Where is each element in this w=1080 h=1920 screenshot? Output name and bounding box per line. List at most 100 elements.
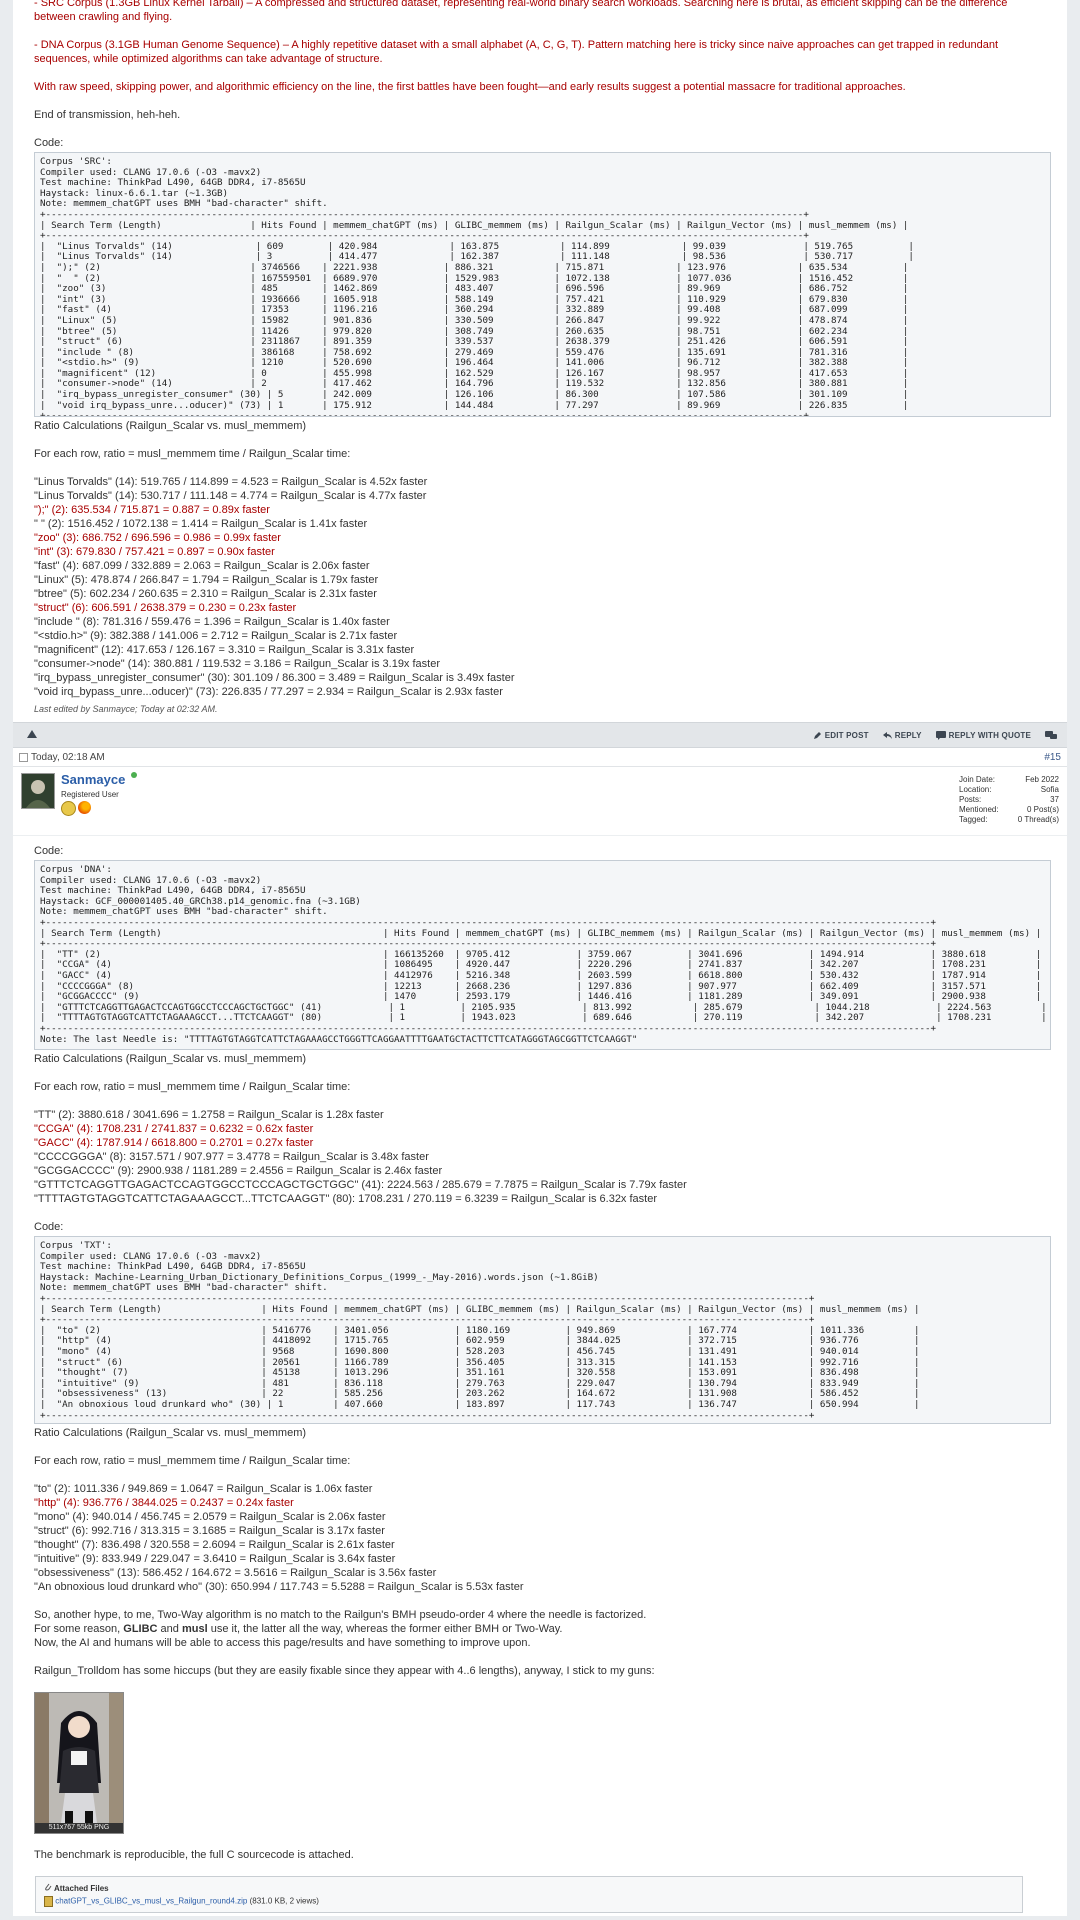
post-15-body: Code: Corpus 'DNA': Compiler used: CLANG… [13,836,1067,1876]
user-meta-value: 0 Thread(s) [1017,815,1059,824]
attached-files-box: Attached Files chatGPT_vs_GLIBC_vs_musl_… [35,1876,1023,1913]
attachment-link[interactable]: chatGPT_vs_GLIBC_vs_musl_vs_Railgun_roun… [55,1897,247,1906]
reply-with-quote-button[interactable]: REPLY WITH QUOTE [935,730,1031,740]
text-line: End of transmission, heh-heh. [34,109,181,121]
text-line: "Linus Torvalds" (14): 519.765 / 114.899… [34,476,428,488]
text-line: "GACC" (4): 1787.914 / 6618.800 = 0.2701… [34,1137,314,1149]
text-line [34,1440,1051,1454]
reply-button[interactable]: REPLY [882,731,922,740]
text-line: "to" (2): 1011.336 / 949.869 = 1.0647 = … [34,1483,373,1495]
text-line [34,1468,1051,1482]
user-meta-row: Mentioned: 0 Post(s) [959,805,1059,815]
post-date: Today, 02:18 AM [31,751,105,763]
outro-line-3: Now, the AI and humans will be able to a… [34,1637,531,1649]
code-block-dna: Corpus 'DNA': Compiler used: CLANG 17.0.… [34,860,1051,1050]
code-label: Code: [34,1221,64,1233]
avatar[interactable] [21,773,55,809]
text-line: - SRC Corpus (1.3GB Linux Kernel Tarball… [34,0,1008,23]
text-line [34,461,1051,475]
text-line: "fast" (4): 687.099 / 332.889 = 2.063 = … [34,560,370,572]
award-badge-icon [61,801,76,816]
text-line: "TTTTAGTGTAGGTCATTCTAGAAAGCCT...TTCTCAAG… [34,1193,657,1205]
text-line: "<stdio.h>" (9): 382.388 / 141.006 = 2.7… [34,630,398,642]
text-line [34,94,1051,108]
post-footer-bar: EDIT POST REPLY REPLY WITH QUOTE [13,722,1067,748]
text-line: "TT" (2): 3880.618 / 3041.696 = 1.2758 =… [34,1109,384,1121]
text-line: "CCCCGGGA" (8): 3157.571 / 907.977 = 3.4… [34,1151,429,1163]
quote-icon [935,730,946,740]
text-line [34,1066,1051,1080]
text-line: "struct" (6): 992.716 / 313.315 = 3.1685… [34,1525,385,1537]
attachment-info: (831.0 KB, 2 views) [249,1896,319,1906]
text-line [34,1094,1051,1108]
code-label: Code: [34,845,64,857]
text-line: "magnificent" (12): 417.653 / 126.167 = … [34,644,415,656]
post-intro-text: - SRC Corpus (1.3GB Linux Kernel Tarball… [34,0,1051,122]
text-line: "irq_bypass_unregister_consumer" (30): 3… [34,672,515,684]
user-badges [61,801,91,816]
text-line: "GTTTCTCAGGTTGAGACTCCAGTGGCCTCCCAGCTGCTG… [34,1179,687,1191]
paperclip-icon [44,1883,54,1893]
reply-icon [882,731,892,739]
username-link[interactable]: Sanmayce [61,772,125,787]
text-line: "GCGGACCCC" (9): 2900.938 / 1181.289 = 2… [34,1165,443,1177]
text-line: "Linux" (5): 478.874 / 266.847 = 1.794 =… [34,574,379,586]
text-line: "void irq_bypass_unre...oducer)" (73): 2… [34,686,503,698]
multi-quote-icon[interactable] [1045,730,1057,740]
post-15-header: Today, 02:18 AM #15 [13,748,1067,767]
outro-line-1: So, another hype, to me, Two-Way algorit… [34,1609,647,1621]
user-meta: Join Date: Feb 2022 Location: Sofia Posts: 37… [959,775,1059,825]
post-14-body: - SRC Corpus (1.3GB Linux Kernel Tarball… [13,0,1067,722]
edit-post-button[interactable]: EDIT POST [813,731,869,740]
text-line: - DNA Corpus (3.1GB Human Genome Sequenc… [34,39,999,65]
user-meta-key: Tagged: [959,815,988,824]
post-number[interactable]: #15 [1044,752,1061,763]
user-meta-key: Posts: [959,795,982,804]
text-line: For each row, ratio = musl_memmem time /… [34,448,351,460]
attached-files-title: Attached Files [44,1882,1014,1893]
code-block-src: Corpus 'SRC': Compiler used: CLANG 17.0.… [34,152,1051,417]
text-line: "int" (3): 679.830 / 757.421 = 0.897 = 0… [34,546,275,558]
text-line: With raw speed, skipping power, and algo… [34,81,906,93]
user-meta-row: Tagged: 0 Thread(s) [959,815,1059,825]
user-meta-key: Location: [959,785,992,794]
code-label: Code: [34,137,64,149]
text-line: "intuitive" (9): 833.949 / 229.047 = 3.6… [34,1553,396,1565]
text-line: Ratio Calculations (Railgun_Scalar vs. m… [34,1053,307,1065]
user-meta-value: 37 [1050,795,1059,804]
text-line [34,433,1051,447]
user-meta-key: Mentioned: [959,805,999,814]
online-status-icon [131,772,137,778]
text-line: "struct" (6): 606.591 / 2638.379 = 0.230… [34,602,297,614]
user-meta-value: Feb 2022 [1025,775,1059,784]
text-line: "Linus Torvalds" (14): 530.717 / 111.148… [34,490,427,502]
text-line: " " (2): 1516.452 / 1072.138 = 1.414 = R… [34,518,368,530]
text-line: ");" (2): 635.534 / 715.871 = 0.887 = 0.… [34,504,270,516]
text-line: Ratio Calculations (Railgun_Scalar vs. m… [34,420,307,432]
code-block-txt: Corpus 'TXT': Compiler used: CLANG 17.0.… [34,1236,1051,1424]
user-meta-key: Join Date: [959,775,996,784]
post-15-userinfo: Sanmayce Registered User Join Date: Feb 2… [13,767,1067,836]
text-line: "consumer->node" (14): 380.881 / 119.532… [34,658,441,670]
outro-line-5: The benchmark is reproducible, the full … [34,1849,354,1861]
text-line: For each row, ratio = musl_memmem time /… [34,1081,351,1093]
zip-file-icon [44,1896,53,1907]
text-line: "zoo" (3): 686.752 / 696.596 = 0.986 = 0… [34,532,281,544]
scroll-top-icon[interactable] [27,730,37,740]
text-line: "thought" (7): 836.498 / 320.558 = 2.609… [34,1539,395,1551]
text-line: "btree" (5): 602.234 / 260.635 = 2.310 =… [34,588,377,600]
outro-line-4: Railgun_Trolldom has some hiccups (but t… [34,1665,655,1677]
pencil-icon [813,731,821,739]
outro-line-2: For some reason, GLIBC and musl use it, … [34,1623,563,1635]
attachment-item: chatGPT_vs_GLIBC_vs_musl_vs_Railgun_roun… [44,1896,1014,1907]
user-meta-row: Posts: 37 [959,795,1059,805]
ratio-list-src: Ratio Calculations (Railgun_Scalar vs. m… [34,419,1051,699]
post-unread-icon [19,752,28,762]
forum-page: - SRC Corpus (1.3GB Linux Kernel Tarball… [13,0,1067,1916]
user-title: Registered User [61,790,119,799]
ratio-list-txt: Ratio Calculations (Railgun_Scalar vs. m… [34,1426,1051,1594]
text-line: "http" (4): 936.776 / 3844.025 = 0.2437 … [34,1497,294,1509]
user-meta-value: 0 Post(s) [1026,805,1059,814]
text-line: "An obnoxious loud drunkard who" (30): 6… [34,1581,524,1593]
attached-image-thumbnail[interactable]: 511x767 55kb PNG [34,1692,124,1834]
